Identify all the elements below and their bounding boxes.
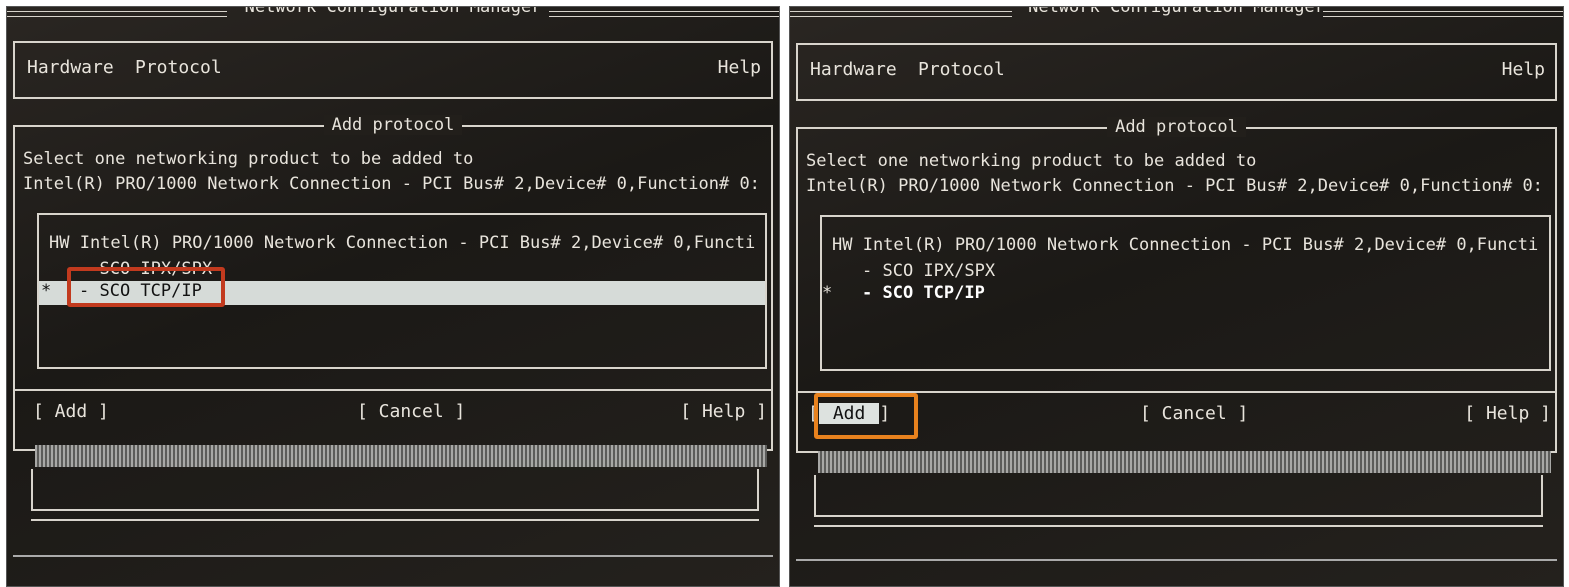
list-item-hw[interactable]: HW Intel(R) PRO/1000 Network Connection … xyxy=(822,235,1549,259)
screenshot-panel-left: Network Configuration Manager Hardware P… xyxy=(6,6,780,587)
dialog-prompt-line2: Intel(R) PRO/1000 Network Connection - P… xyxy=(806,176,1543,196)
list-item-tcp-ip[interactable]: * - SCO TCP/IP xyxy=(822,283,1549,307)
list-item-label: - SCO IPX/SPX xyxy=(862,261,996,281)
list-item-hw[interactable]: HW Intel(R) PRO/1000 Network Connection … xyxy=(39,233,765,257)
window-title-bar: Network Configuration Manager xyxy=(7,7,779,21)
selection-marker: * xyxy=(822,283,833,303)
window-title: Network Configuration Manager xyxy=(1028,6,1325,17)
divider-line xyxy=(31,519,759,521)
menu-bar: Hardware Protocol Help xyxy=(796,43,1557,101)
dialog-button-row: [ Add ] [ Cancel ] [ Help ] xyxy=(15,389,771,427)
highlight-box-add-button xyxy=(814,393,918,439)
cancel-button[interactable]: [ Cancel ] xyxy=(357,401,465,422)
highlight-box-tcp-ip xyxy=(67,267,225,307)
menu-help[interactable]: Help xyxy=(1502,59,1545,80)
help-button[interactable]: [ Help ] xyxy=(1464,403,1551,424)
status-box xyxy=(814,475,1543,517)
screenshot-panel-right: Network Configuration Manager Hardware P… xyxy=(789,6,1564,587)
menu-hardware[interactable]: Hardware xyxy=(27,57,114,78)
status-box xyxy=(31,469,759,511)
cancel-button[interactable]: [ Cancel ] xyxy=(1140,403,1248,424)
menu-protocol[interactable]: Protocol xyxy=(918,59,1005,80)
dialog-prompt-line2: Intel(R) PRO/1000 Network Connection - P… xyxy=(23,174,760,194)
dialog-prompt-line1: Select one networking product to be adde… xyxy=(23,149,474,169)
protocol-listbox[interactable]: HW Intel(R) PRO/1000 Network Connection … xyxy=(820,215,1551,371)
list-item-ipx-spx[interactable]: - SCO IPX/SPX xyxy=(822,261,1549,285)
dialog-title: Add protocol xyxy=(1107,117,1246,137)
status-progress-bar xyxy=(35,445,767,467)
divider-line-bottom xyxy=(13,555,773,557)
divider-line xyxy=(814,525,1543,527)
status-progress-bar xyxy=(818,451,1551,473)
help-button[interactable]: [ Help ] xyxy=(680,401,767,422)
window-title: Network Configuration Manager xyxy=(244,6,542,17)
window-title-bar: Network Configuration Manager xyxy=(790,7,1563,21)
selection-marker: * xyxy=(41,281,52,301)
menu-protocol[interactable]: Protocol xyxy=(135,57,222,78)
add-button[interactable]: [ Add ] xyxy=(33,401,109,422)
list-item-label: - SCO TCP/IP xyxy=(862,283,985,303)
list-item-label: HW Intel(R) PRO/1000 Network Connection … xyxy=(49,233,756,253)
menu-help[interactable]: Help xyxy=(718,57,761,78)
dialog-prompt-line1: Select one networking product to be adde… xyxy=(806,151,1257,171)
menu-bar: Hardware Protocol Help xyxy=(13,41,773,99)
divider-line-bottom xyxy=(796,559,1557,561)
list-item-label: HW Intel(R) PRO/1000 Network Connection … xyxy=(832,235,1539,255)
dialog-title: Add protocol xyxy=(323,115,463,135)
menu-hardware[interactable]: Hardware xyxy=(810,59,897,80)
